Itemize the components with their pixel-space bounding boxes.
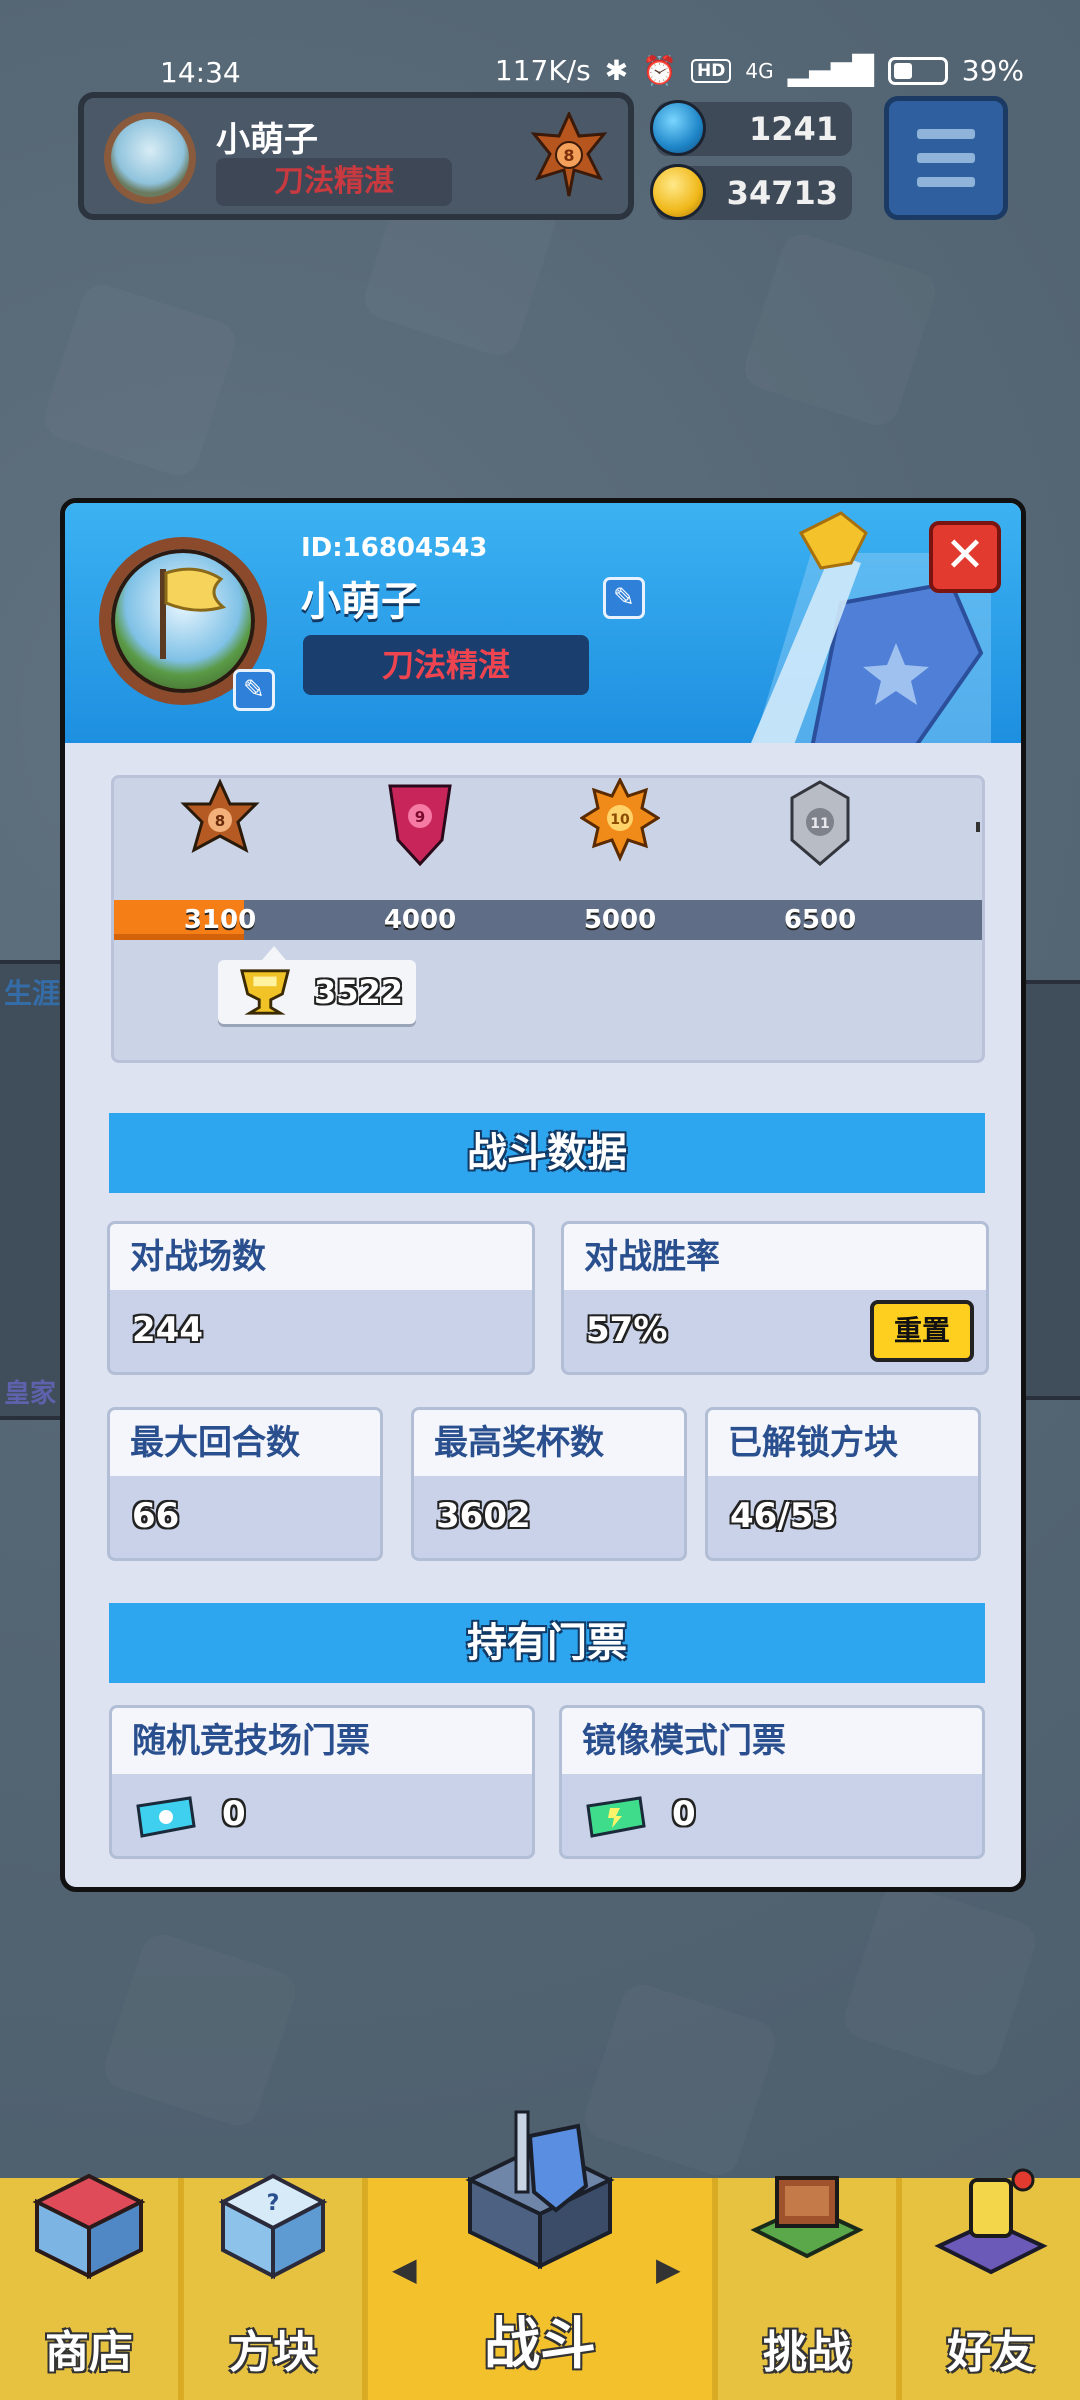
winrate-value: 57% (586, 1310, 668, 1350)
rank-progress-track: 8 9 10 11 3100 4000 5000 6500 3522 (111, 775, 985, 1063)
friends-icon (934, 2168, 1048, 2275)
clock: 14:34 (160, 56, 241, 89)
pencil-icon: ✎ (613, 583, 635, 613)
mirror-mode-ticket-label: 镜像模式门票 (562, 1708, 982, 1774)
reset-winrate-button[interactable]: 重置 (870, 1300, 974, 1362)
nav-challenge-label: 挑战 (763, 2327, 851, 2378)
current-trophies: 3522 (314, 973, 404, 1011)
main-menu-button[interactable] (884, 96, 1008, 220)
matches-value: 244 (132, 1310, 203, 1350)
pencil-icon: ✎ (243, 675, 265, 705)
player-name: 小萌子 (301, 579, 421, 625)
hud-rank-level: 8 (563, 146, 574, 165)
nav-challenge[interactable]: 挑战 (718, 2176, 896, 2400)
rank-badge-level: 9 (415, 808, 425, 826)
battery-level: 39% (961, 54, 1024, 87)
hud-rank-star-icon: 8 (530, 110, 608, 198)
blocks-icon: ? (218, 2173, 328, 2280)
threshold-label: 5000 (583, 905, 657, 935)
max-trophies-label: 最高奖杯数 (414, 1410, 684, 1476)
rank-badge-level: 11 (810, 816, 829, 832)
trophy-icon (240, 969, 290, 1015)
next-badge-peek (976, 822, 980, 832)
gems-value: 1241 (748, 110, 838, 148)
close-icon: ✕ (944, 527, 986, 583)
nav-battle[interactable]: 战斗 (368, 2110, 712, 2400)
coins-value: 34713 (726, 174, 838, 212)
threshold-label: 3100 (183, 905, 257, 935)
nav-shop-label: 商店 (45, 2327, 133, 2378)
nav-blocks-label: 方块 (229, 2327, 317, 2378)
random-arena-ticket-label: 随机竞技场门票 (112, 1708, 532, 1774)
player-title-badge[interactable]: 刀法精湛 (303, 635, 589, 695)
signal-label: 4G (745, 58, 774, 83)
rank-badge-10-icon: 10 (579, 776, 661, 874)
threshold-label: 6500 (783, 905, 857, 935)
hud-avatar-icon (104, 112, 196, 204)
tickets-header: 持有门票 (109, 1603, 985, 1683)
bluetooth-icon: ✱ (604, 54, 629, 87)
matches-card: 对战场数 244 (107, 1221, 535, 1375)
shop-icon (32, 2173, 146, 2280)
unlocked-blocks-card: 已解锁方块 46/53 (705, 1407, 981, 1561)
hud-profile-card[interactable]: 小萌子 刀法精湛 8 (78, 92, 634, 220)
coins-counter[interactable]: 34713 (650, 164, 852, 220)
net-speed: 117K/s (494, 54, 591, 87)
battery-icon (887, 56, 948, 85)
gems-counter[interactable]: 1241 (650, 100, 852, 156)
status-icons: 117K/s ✱ ⏰ HD 4G ▂▄▆█ 39% (495, 54, 1024, 87)
hd-icon: HD (691, 58, 732, 83)
signal-icon: ▂▄▆█ (787, 54, 874, 87)
winrate-card: 对战胜率 57% 重置 (561, 1221, 989, 1375)
random-arena-ticket-count: 0 (222, 1794, 246, 1834)
battle-data-header: 战斗数据 (109, 1113, 985, 1193)
profile-modal: ✎ ID:16804543 小萌子 ✎ 刀法精湛 ✕ 8 9 10 11 310… (60, 498, 1026, 1892)
profile-header: ✎ ID:16804543 小萌子 ✎ 刀法精湛 ✕ (65, 503, 1021, 743)
hud-player-title: 刀法精湛 (216, 158, 452, 206)
rank-badge-9-icon: 9 (380, 778, 460, 874)
name-edit-button[interactable]: ✎ (603, 577, 645, 619)
max-rounds-card: 最大回合数 66 (107, 1407, 383, 1561)
hamburger-menu-icon (917, 153, 975, 163)
gem-icon (650, 100, 706, 156)
nav-left-arrow-icon[interactable]: ◀ (392, 2250, 417, 2288)
current-trophy-chip: 3522 (218, 946, 416, 1024)
max-trophies-value: 3602 (436, 1496, 531, 1536)
hamburger-menu-icon (917, 177, 975, 187)
battle-sword-shield-icon (465, 2110, 615, 2270)
hud-player-name: 小萌子 (216, 120, 318, 160)
avatar-edit-button[interactable]: ✎ (233, 669, 275, 711)
rank-badge-8-icon: 8 (180, 778, 260, 874)
random-arena-ticket-card: 随机竞技场门票 0 (109, 1705, 535, 1859)
rank-badge-11-icon: 11 (780, 778, 860, 874)
hamburger-menu-icon (917, 129, 975, 139)
winrate-label: 对战胜率 (564, 1224, 986, 1290)
close-button[interactable]: ✕ (929, 521, 1001, 593)
unlocked-blocks-label: 已解锁方块 (708, 1410, 978, 1476)
nav-friends-label: 好友 (947, 2327, 1035, 2378)
rank-badge-level: 10 (610, 812, 630, 828)
max-trophies-card: 最高奖杯数 3602 (411, 1407, 687, 1561)
nav-friends[interactable]: 好友 (902, 2168, 1080, 2400)
mirror-mode-ticket-count: 0 (672, 1794, 696, 1834)
svg-text:?: ? (267, 2191, 280, 2216)
max-rounds-label: 最大回合数 (110, 1410, 380, 1476)
arena-ticket-icon (136, 1796, 196, 1838)
nav-blocks[interactable]: ? 方块 (184, 2173, 362, 2400)
player-id: ID:16804543 (301, 533, 488, 563)
mirror-ticket-icon (586, 1796, 646, 1838)
max-rounds-value: 66 (132, 1496, 180, 1536)
mirror-mode-ticket-card: 镜像模式门票 0 (559, 1705, 985, 1859)
nav-battle-label: 战斗 (484, 2312, 596, 2377)
bottom-navigation: 商店 ? 方块 战斗 挑战 好友 (0, 2110, 1080, 2400)
challenge-board-icon (750, 2176, 864, 2259)
nav-right-arrow-icon[interactable]: ▶ (656, 2250, 681, 2288)
matches-label: 对战场数 (110, 1224, 532, 1290)
unlocked-blocks-value: 46/53 (730, 1496, 838, 1536)
rank-badge-level: 8 (215, 812, 225, 830)
coin-icon (650, 164, 706, 220)
threshold-label: 4000 (383, 905, 457, 935)
nav-shop[interactable]: 商店 (0, 2173, 178, 2400)
alarm-icon: ⏰ (642, 54, 678, 87)
